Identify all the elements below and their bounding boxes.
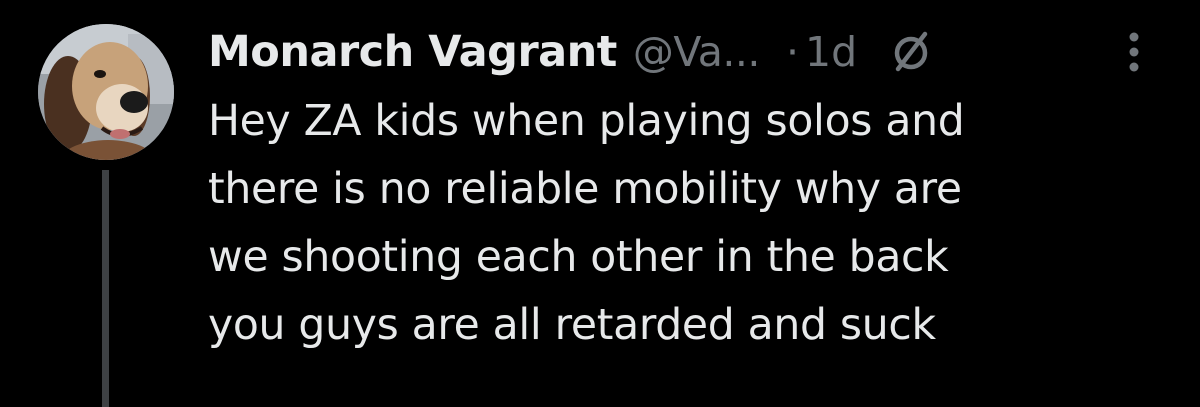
author-handle[interactable]: @Va... <box>633 28 761 76</box>
separator-dot: · <box>785 28 799 76</box>
tweet[interactable]: Monarch Vagrant @Va... · 1d Hey ZA kids … <box>0 0 1200 407</box>
author-display-name[interactable]: Monarch Vagrant <box>208 27 617 77</box>
tweet-header: Monarch Vagrant @Va... · 1d <box>208 22 935 82</box>
tweet-text-line: Hey ZA kids when playing solos and <box>208 97 965 146</box>
tweet-text-line: you guys are all retarded and suck <box>208 301 936 350</box>
tweet-text-line: there is no reliable mobility why are <box>208 165 962 214</box>
thread-connector-line <box>102 170 109 407</box>
more-vertical-icon[interactable] <box>1122 30 1146 74</box>
tweet-timestamp[interactable]: 1d <box>805 28 857 76</box>
dog-avatar-icon <box>38 24 174 160</box>
community-slash-circle-icon <box>887 28 935 76</box>
tweet-text-line: we shooting each other in the back <box>208 233 949 282</box>
avatar[interactable] <box>38 24 174 160</box>
tweet-text: Hey ZA kids when playing solos and there… <box>208 88 1168 360</box>
